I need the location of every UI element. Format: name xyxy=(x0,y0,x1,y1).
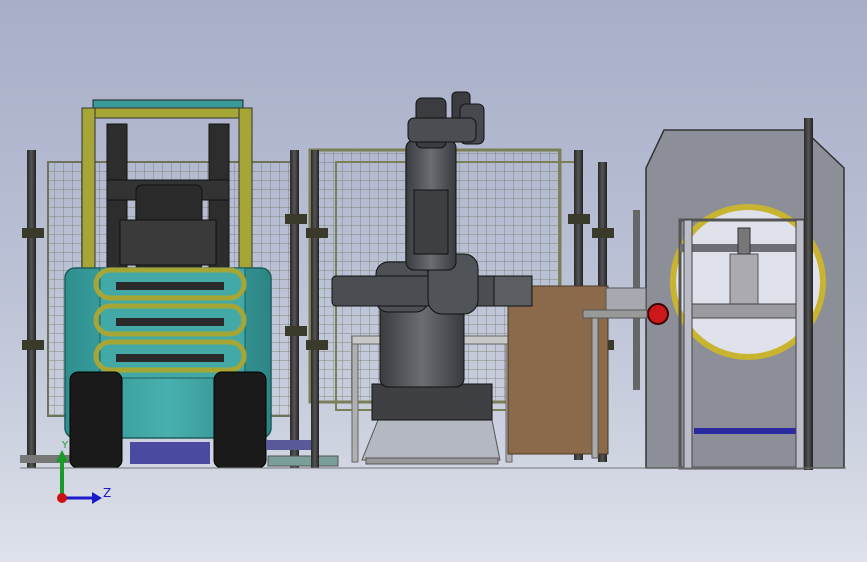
origin-point xyxy=(57,493,67,503)
coordinate-triad: Y Z xyxy=(40,440,130,520)
cad-viewport[interactable]: Y Z xyxy=(0,0,867,562)
triad-axes xyxy=(56,450,102,504)
wrapping-machine xyxy=(582,118,845,470)
industrial-robot xyxy=(331,91,533,465)
cad-scene xyxy=(20,91,846,470)
z-axis-label: Z xyxy=(103,486,112,500)
y-axis-label: Y xyxy=(62,440,69,451)
